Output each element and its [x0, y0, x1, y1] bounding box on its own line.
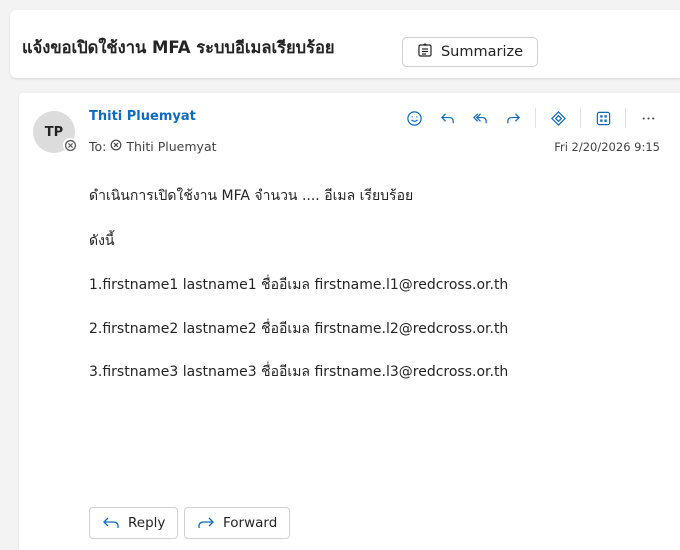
- body-line: 3.firstname3 lastname3 ชื่ออีเมล firstna…: [89, 364, 509, 380]
- emoji-icon: [406, 110, 422, 126]
- sender-name[interactable]: Thiti Pluemyat: [89, 109, 196, 124]
- copilot-icon: [550, 110, 566, 126]
- to-label: To:: [89, 139, 107, 154]
- message-card: TP Thiti Pluemyat To: Thiti Pluemyat Fri…: [19, 93, 680, 550]
- body-line: ดังนี้: [89, 233, 115, 249]
- reply-icon: [103, 517, 119, 528]
- forward-button[interactable]: Forward: [184, 507, 291, 539]
- message-actions: [403, 107, 670, 129]
- recipient-name[interactable]: Thiti Pluemyat: [126, 139, 216, 154]
- reply-action-button[interactable]: [436, 107, 458, 129]
- action-separator: [625, 108, 626, 128]
- more-actions-button[interactable]: [637, 107, 659, 129]
- presence-offline-icon: [63, 138, 77, 152]
- forward-action-button[interactable]: [502, 107, 524, 129]
- reply-button[interactable]: Reply: [89, 507, 179, 539]
- forward-label: Forward: [223, 515, 278, 531]
- forward-icon: [506, 112, 520, 123]
- message-date: Fri 2/20/2026 9:15: [554, 140, 660, 154]
- reply-label: Reply: [128, 515, 166, 531]
- reply-all-action-button[interactable]: [469, 107, 491, 129]
- apps-button[interactable]: [592, 107, 614, 129]
- subject-bar: แจ้งขอเปิดใช้งาน MFA ระบบอีเมลเรียบร้อย …: [10, 10, 680, 78]
- body-line: 1.firstname1 lastname1 ชื่ออีเมล firstna…: [89, 277, 509, 293]
- apps-icon: [596, 111, 610, 125]
- summarize-icon: [417, 42, 433, 62]
- recipient-status-icon: [110, 139, 122, 154]
- recipients-line: To: Thiti Pluemyat: [89, 139, 217, 154]
- avatar-initials: TP: [44, 124, 64, 140]
- reply-all-icon: [472, 112, 487, 123]
- action-separator: [580, 108, 581, 128]
- body-line: ดำเนินการเปิดใช้งาน MFA จำนวน .... อีเมล…: [89, 188, 414, 204]
- action-separator: [535, 108, 536, 128]
- reply-icon: [440, 112, 454, 123]
- copilot-button[interactable]: [547, 107, 569, 129]
- summarize-label: Summarize: [440, 44, 524, 60]
- forward-icon: [198, 517, 214, 528]
- body-line: 2.firstname2 lastname2 ชื่ออีเมล firstna…: [89, 321, 509, 337]
- email-subject: แจ้งขอเปิดใช้งาน MFA ระบบอีเมลเรียบร้อย: [22, 38, 335, 57]
- summarize-button[interactable]: Summarize: [402, 37, 538, 67]
- more-icon: [642, 116, 654, 120]
- emoji-button[interactable]: [403, 107, 425, 129]
